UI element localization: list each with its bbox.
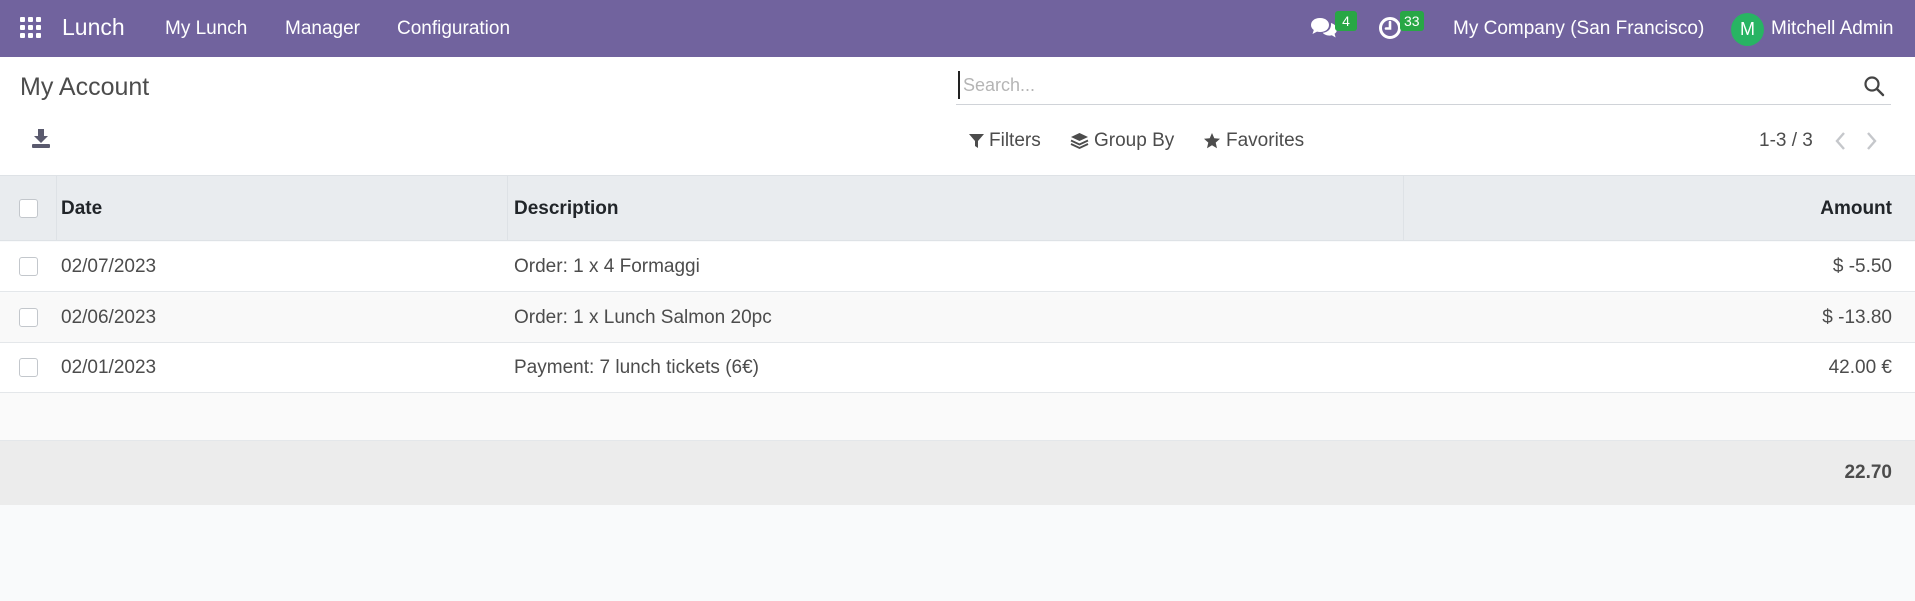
clock-icon: [1379, 17, 1401, 39]
filter-icon: [969, 134, 984, 148]
favorites-button[interactable]: Favorites: [1203, 130, 1304, 152]
filters-label: Filters: [989, 130, 1041, 151]
messages-count-badge: 4: [1335, 11, 1357, 31]
user-menu[interactable]: Mitchell Admin: [1771, 18, 1894, 40]
row-checkbox[interactable]: [19, 358, 38, 377]
group-by-button[interactable]: Group By: [1070, 130, 1174, 152]
search-box: [956, 65, 1891, 105]
group-by-label: Group By: [1094, 130, 1175, 151]
search-icon: [1864, 76, 1885, 97]
row-amount: $ -5.50: [1832, 256, 1892, 277]
row-checkbox[interactable]: [19, 257, 38, 276]
download-icon: [32, 129, 50, 148]
messages-button[interactable]: [1310, 16, 1338, 45]
row-description: Payment: 7 lunch tickets (6€): [514, 357, 759, 378]
pager-next-button[interactable]: [1864, 130, 1882, 152]
top-navbar: Lunch My Lunch Manager Configuration 4 3…: [0, 0, 1915, 57]
row-amount: 42.00 €: [1828, 357, 1892, 378]
layers-icon: [1070, 133, 1089, 149]
chat-icon: [1311, 18, 1337, 38]
empty-row: [0, 393, 1915, 441]
table-header: Date Description Amount: [0, 176, 1915, 241]
search-button[interactable]: [1863, 75, 1885, 97]
row-amount: $ -13.80: [1822, 307, 1892, 328]
column-divider: [56, 176, 57, 241]
row-date: 02/01/2023: [61, 357, 157, 378]
column-header-amount[interactable]: Amount: [1820, 198, 1892, 220]
activities-button[interactable]: [1378, 16, 1402, 45]
apps-menu-icon[interactable]: [20, 17, 42, 39]
pager-previous-button[interactable]: [1834, 130, 1852, 152]
chevron-left-icon: [1835, 132, 1845, 150]
row-description: Order: 1 x 4 Formaggi: [514, 256, 700, 277]
column-divider: [1403, 176, 1404, 241]
menu-my-lunch[interactable]: My Lunch: [165, 18, 247, 40]
row-description: Order: 1 x Lunch Salmon 20pc: [514, 307, 772, 328]
export-button[interactable]: [30, 127, 56, 153]
table-footer: 22.70: [0, 441, 1915, 505]
app-brand[interactable]: Lunch: [62, 14, 125, 41]
avatar[interactable]: M: [1731, 13, 1764, 46]
table-row[interactable]: 02/07/2023 Order: 1 x 4 Formaggi $ -5.50: [0, 242, 1915, 292]
activities-count-badge: 33: [1400, 11, 1424, 31]
row-date: 02/07/2023: [61, 256, 157, 277]
control-panel: My Account Filters Group By: [0, 57, 1915, 176]
favorites-label: Favorites: [1226, 130, 1305, 151]
menu-configuration[interactable]: Configuration: [397, 18, 510, 40]
page-title: My Account: [20, 73, 150, 101]
row-date: 02/06/2023: [61, 307, 157, 328]
filters-button[interactable]: Filters: [969, 130, 1041, 152]
pager-value[interactable]: 1-3 / 3: [1759, 130, 1813, 152]
search-input[interactable]: [958, 71, 1838, 99]
column-header-description[interactable]: Description: [514, 198, 619, 220]
column-divider: [507, 176, 508, 241]
table-row[interactable]: 02/01/2023 Payment: 7 lunch tickets (6€)…: [0, 343, 1915, 393]
star-icon: [1204, 133, 1220, 149]
column-header-date[interactable]: Date: [61, 198, 102, 220]
row-checkbox[interactable]: [19, 308, 38, 327]
menu-manager[interactable]: Manager: [285, 18, 360, 40]
select-all-checkbox[interactable]: [19, 199, 38, 218]
company-switcher[interactable]: My Company (San Francisco): [1453, 18, 1704, 40]
table-row[interactable]: 02/06/2023 Order: 1 x Lunch Salmon 20pc …: [0, 293, 1915, 343]
amount-total: 22.70: [1844, 462, 1892, 483]
chevron-right-icon: [1867, 132, 1877, 150]
